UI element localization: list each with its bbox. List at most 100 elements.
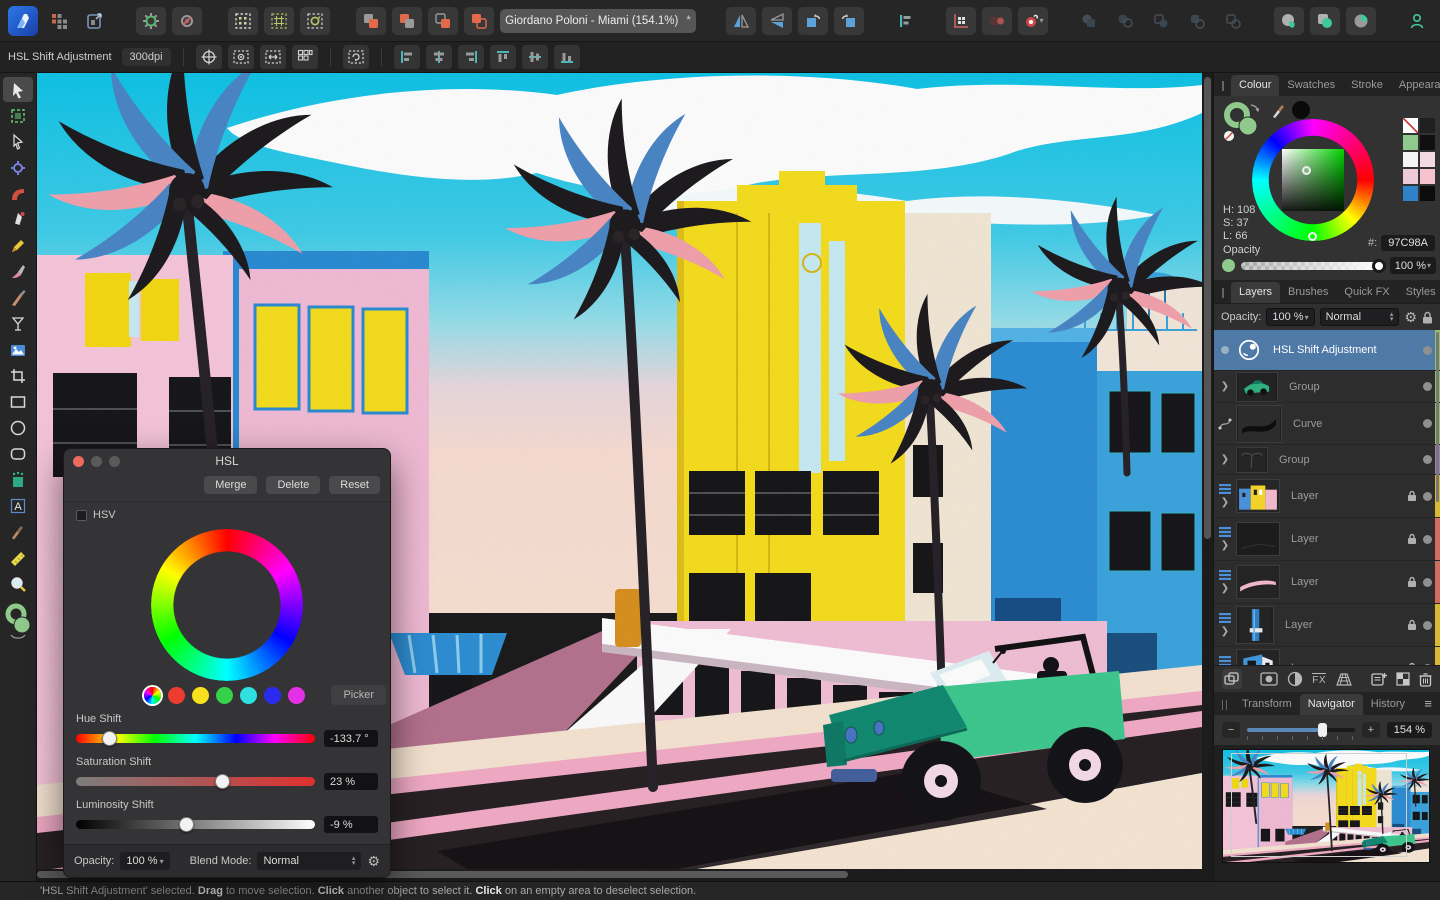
artboard-tool[interactable] <box>3 103 33 128</box>
knife-tool[interactable] <box>3 285 33 310</box>
layer-visibility-dot[interactable] <box>1423 491 1432 501</box>
navigator-view-rectangle[interactable] <box>1231 753 1407 857</box>
mask-layer-button[interactable] <box>1260 672 1278 686</box>
palette-swatch-8[interactable] <box>1403 186 1418 201</box>
boolean-intersect-button[interactable] <box>428 6 458 35</box>
layer-visibility-dot[interactable] <box>1423 382 1432 391</box>
panel-grip[interactable] <box>1222 700 1227 710</box>
export-persona-button[interactable] <box>80 7 110 35</box>
close-window-button[interactable] <box>73 456 84 467</box>
boolean-add-button[interactable] <box>356 6 386 35</box>
saturation-shift-thumb[interactable] <box>214 774 230 789</box>
persona-grid-button[interactable] <box>44 7 74 35</box>
preferences-button[interactable] <box>172 6 202 35</box>
expand-chevron[interactable]: ❯ <box>1221 626 1229 637</box>
snapping-dropdown-arrow[interactable]: ▾ <box>1039 16 1043 25</box>
layers-tab-brushes[interactable]: Brushes <box>1280 282 1336 303</box>
layers-blend-mode-select[interactable]: Normal ▴ ▾ <box>1319 308 1400 326</box>
picker-button[interactable]: Picker <box>331 685 386 705</box>
pixel-align-button[interactable] <box>291 45 318 69</box>
hide-selection-button[interactable] <box>227 45 254 69</box>
lock-icon[interactable] <box>1407 490 1417 502</box>
fill-stroke-indicator[interactable] <box>3 603 33 639</box>
flip-horizontal-button[interactable] <box>726 6 756 35</box>
saturation-shift-slider[interactable] <box>76 774 315 789</box>
dialog-opacity-dropdown[interactable]: 100 % ▾ <box>120 852 170 870</box>
document-setup-button[interactable] <box>136 6 166 35</box>
layers-lock-icon[interactable] <box>1422 311 1433 324</box>
lock-icon[interactable] <box>1407 533 1417 545</box>
shape-tool[interactable] <box>3 467 33 492</box>
colour-picker-tool[interactable] <box>3 519 33 544</box>
rectangle-tool[interactable] <box>3 389 33 414</box>
layer-row-layer-7[interactable]: ❯ Layer <box>1214 604 1440 646</box>
delete-layer-button[interactable] <box>1419 672 1432 687</box>
layer-row-layer-5[interactable]: ❯ Layer <box>1214 518 1440 560</box>
navigator-panel-menu-icon[interactable]: ≡ <box>1422 696 1434 715</box>
hex-value[interactable]: 97C98A <box>1381 235 1435 251</box>
colour-opacity-thumb[interactable] <box>1371 258 1386 273</box>
palette-swatch-5[interactable] <box>1420 152 1435 167</box>
palette-swatch-6[interactable] <box>1403 169 1418 184</box>
duplicate-layer-button[interactable] <box>1222 669 1243 689</box>
style-stroke-button[interactable] <box>1310 6 1340 35</box>
layer-visibility-dot[interactable] <box>1423 534 1432 544</box>
align-right-button[interactable] <box>457 45 484 69</box>
layer-row-layer-8[interactable]: ❯ Layer <box>1214 647 1440 665</box>
panel-grip[interactable] <box>1222 288 1224 298</box>
swatch-rainbow[interactable] <box>144 687 161 704</box>
align-left-button[interactable] <box>393 45 420 69</box>
palette-swatch-1[interactable] <box>1420 118 1435 133</box>
blend-mode-select[interactable]: Normal ▴ ▾ <box>257 852 362 870</box>
expand-chevron[interactable]: ❯ <box>1221 497 1229 508</box>
blend-ranges-button[interactable] <box>1335 672 1353 687</box>
colour-opacity-value[interactable]: 100 % ▾ <box>1389 257 1436 274</box>
layer-row-group-3[interactable]: ❯ Group <box>1214 445 1440 474</box>
layer-row-layer-4[interactable]: ❯ Layer <box>1214 475 1440 517</box>
layer-visibility-dot[interactable] <box>1423 455 1432 464</box>
hsv-checkbox[interactable] <box>76 509 87 521</box>
boolean-divide-button[interactable] <box>464 6 494 35</box>
luminosity-shift-value[interactable]: -9 % <box>324 816 378 833</box>
zoom-slider-thumb[interactable] <box>1318 723 1328 737</box>
fill-colour-dot[interactable] <box>1222 259 1235 272</box>
dialog-gear-icon[interactable]: ⚙ <box>367 853 380 870</box>
lock-icon[interactable] <box>1407 662 1417 665</box>
zoom-slider[interactable] <box>1247 723 1355 740</box>
layer-visibility-dot[interactable] <box>1423 345 1432 355</box>
swatch-4[interactable] <box>240 687 257 704</box>
delete-button[interactable]: Delete <box>266 476 321 494</box>
layers-tab-styles[interactable]: Styles <box>1398 282 1440 303</box>
fill-stroke-selector[interactable] <box>1220 100 1266 146</box>
add-mask-button[interactable] <box>1396 672 1410 686</box>
zoom-value[interactable]: 154 % <box>1386 722 1432 738</box>
palette-swatch-7[interactable] <box>1420 169 1435 184</box>
transform-origin-button[interactable] <box>195 45 222 69</box>
canvas-vertical-scrollbar[interactable] <box>1202 73 1213 869</box>
swatch-1[interactable] <box>168 687 185 704</box>
layer-effects-button[interactable]: FX <box>1312 672 1326 686</box>
align-middle-button[interactable] <box>521 45 548 69</box>
merge-button[interactable]: Merge <box>204 476 258 494</box>
sv-selector-dot[interactable] <box>1302 166 1311 175</box>
saturation-lightness-square[interactable] <box>1282 149 1344 211</box>
layer-row-group-1[interactable]: ❯ Group <box>1214 371 1440 402</box>
zoom-window-button[interactable] <box>109 456 120 467</box>
pen-tool[interactable] <box>3 207 33 232</box>
palette-swatch-4[interactable] <box>1403 152 1418 167</box>
rotate-cw-button[interactable] <box>834 6 864 35</box>
point-transform-tool[interactable] <box>3 155 33 180</box>
luminosity-shift-slider[interactable] <box>76 817 315 832</box>
hue-shift-thumb[interactable] <box>102 731 118 746</box>
layers-tab-layers[interactable]: Layers <box>1231 282 1281 303</box>
colour-tab-swatches[interactable]: Swatches <box>1279 75 1343 96</box>
hue-shift-slider[interactable] <box>76 731 315 746</box>
reset-button[interactable]: Reset <box>329 476 380 494</box>
alignment-button[interactable] <box>890 7 920 35</box>
layer-row-curve-2[interactable]: Curve <box>1214 403 1440 444</box>
expand-chevron[interactable]: ❯ <box>1221 540 1229 551</box>
palette-swatch-9[interactable] <box>1420 186 1435 201</box>
navigator-thumbnail-area[interactable] <box>1214 745 1440 881</box>
move-tool[interactable] <box>3 77 33 102</box>
zoom-out-button[interactable]: − <box>1222 722 1240 738</box>
